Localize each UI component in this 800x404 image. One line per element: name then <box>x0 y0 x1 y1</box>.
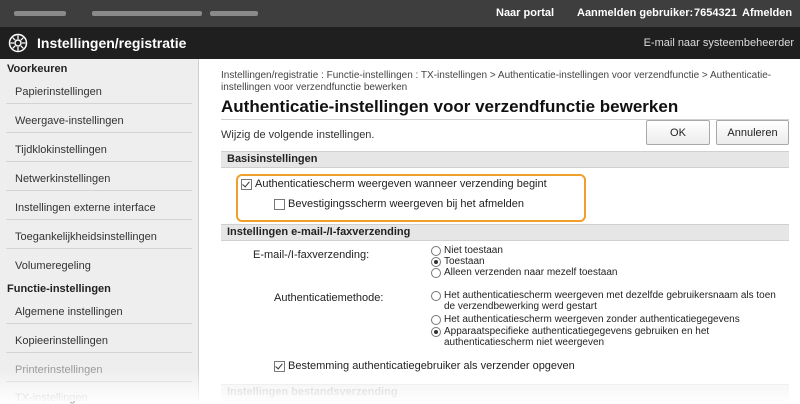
radio-button[interactable] <box>431 246 441 256</box>
section-email-ifax-settings: Instellingen e-mail-/I-faxverzending <box>221 224 789 241</box>
settings-logo-icon <box>8 33 28 53</box>
app-title: Instellingen/registratie <box>37 35 187 51</box>
main-content: Instellingen/registratie : Functie-inste… <box>199 59 800 401</box>
sidebar-item-volume[interactable]: Volumeregeling <box>15 260 91 272</box>
auth-option-without-credentials[interactable]: Het authenticatiescherm weergeven zonder… <box>431 314 781 325</box>
show-confirm-logout-checkbox[interactable] <box>274 198 285 210</box>
sending-option-label: Niet toestaan <box>444 245 503 256</box>
auth-method-label: Authenticatiemethode: <box>274 292 384 304</box>
blurred-text <box>14 11 66 16</box>
email-admin-link[interactable]: E-mail naar systeembeheerder <box>644 37 794 49</box>
sidebar-divider <box>6 352 192 353</box>
radio-button[interactable] <box>431 315 441 325</box>
sidebar-item-accessibility[interactable]: Toegankelijkheidsinstellingen <box>15 231 157 243</box>
sidebar-item-copy[interactable]: Kopieerinstellingen <box>15 335 108 347</box>
sidebar-divider <box>6 381 192 382</box>
section-basic-settings: Basisinstellingen <box>221 151 789 168</box>
portal-link[interactable]: Naar portal <box>496 7 554 19</box>
email-ifax-sending-label: E-mail-/I-faxverzending: <box>253 249 370 261</box>
top-bar: Naar portal Aanmelden gebruiker: 7654321… <box>0 0 800 27</box>
sidebar-item-network[interactable]: Netwerkinstellingen <box>15 173 110 185</box>
show-confirm-logout-label: Bevestigingsscherm weergeven bij het afm… <box>288 198 525 210</box>
specify-auth-user-option[interactable]: Bestemming authenticatiegebruiker als ve… <box>274 360 575 372</box>
sidebar-group-preferences: Voorkeuren <box>7 63 68 75</box>
sidebar-item-general[interactable]: Algemene instellingen <box>15 306 123 318</box>
radio-button[interactable] <box>431 268 441 278</box>
section-file-sending-settings: Instellingen bestandsverzending <box>221 384 789 401</box>
radio-button[interactable] <box>431 327 441 337</box>
title-bar: Instellingen/registratie E-mail naar sys… <box>0 27 800 59</box>
sidebar-group-function-settings: Functie-instellingen <box>7 283 111 295</box>
page-title: Authenticatie-instellingen voor verzendf… <box>221 97 679 116</box>
sidebar-item-printer[interactable]: Printerinstellingen <box>15 364 102 376</box>
show-auth-screen-checkbox[interactable] <box>241 178 252 190</box>
sidebar-divider <box>6 103 192 104</box>
sidebar-item-tx[interactable]: TX-instellingen <box>15 392 88 404</box>
specify-auth-user-label: Bestemming authenticatiegebruiker als ve… <box>288 360 575 372</box>
sidebar-item-paper[interactable]: Papierinstellingen <box>15 86 102 98</box>
sidebar-divider <box>6 248 192 249</box>
sending-option-label: Toestaan <box>444 256 485 267</box>
sending-option-self-only[interactable]: Alleen verzenden naar mezelf toestaan <box>431 267 617 278</box>
sidebar-divider <box>6 323 192 324</box>
sidebar-divider <box>6 161 192 162</box>
user-id: 7654321 <box>694 7 737 19</box>
auth-option-label: Het authenticatiescherm weergeven zonder… <box>444 314 740 325</box>
sending-option-allow[interactable]: Toestaan <box>431 256 485 267</box>
auth-option-same-user[interactable]: Het authenticatiescherm weergeven met de… <box>431 290 781 312</box>
show-confirm-logout-option[interactable]: Bevestigingsscherm weergeven bij het afm… <box>274 198 524 210</box>
breadcrumb: Instellingen/registratie : Functie-inste… <box>221 70 772 93</box>
sidebar-item-external-interface[interactable]: Instellingen externe interface <box>15 202 156 214</box>
sending-option-deny[interactable]: Niet toestaan <box>431 245 503 256</box>
sidebar-item-timer[interactable]: Tijdklokinstellingen <box>15 144 107 156</box>
sidebar-divider <box>6 190 192 191</box>
sidebar: Voorkeuren Papierinstellingen Weergave-i… <box>0 59 199 404</box>
radio-button[interactable] <box>431 257 441 267</box>
sidebar-divider <box>6 132 192 133</box>
cancel-button[interactable]: Annuleren <box>716 120 789 145</box>
show-auth-screen-label: Authenticatiescherm weergeven wanneer ve… <box>255 178 547 190</box>
auth-option-label: Het authenticatiescherm weergeven met de… <box>444 290 776 312</box>
radio-button[interactable] <box>431 291 441 301</box>
auth-option-label: Apparaatspecifieke authenticatiegegevens… <box>444 326 710 348</box>
auth-option-device-specific[interactable]: Apparaatspecifieke authenticatiegegevens… <box>431 326 761 348</box>
logout-link[interactable]: Afmelden <box>742 7 792 19</box>
sidebar-item-display[interactable]: Weergave-instellingen <box>15 115 124 127</box>
sending-option-label: Alleen verzenden naar mezelf toestaan <box>444 267 618 278</box>
specify-auth-user-checkbox[interactable] <box>274 360 285 372</box>
show-auth-screen-option[interactable]: Authenticatiescherm weergeven wanneer ve… <box>241 178 547 190</box>
ok-button[interactable]: OK <box>646 120 710 145</box>
login-user-label: Aanmelden gebruiker: <box>577 7 694 19</box>
blurred-text <box>92 11 202 16</box>
sidebar-divider <box>6 219 192 220</box>
intro-text: Wijzig de volgende instellingen. <box>221 129 375 141</box>
blurred-text <box>210 11 258 16</box>
